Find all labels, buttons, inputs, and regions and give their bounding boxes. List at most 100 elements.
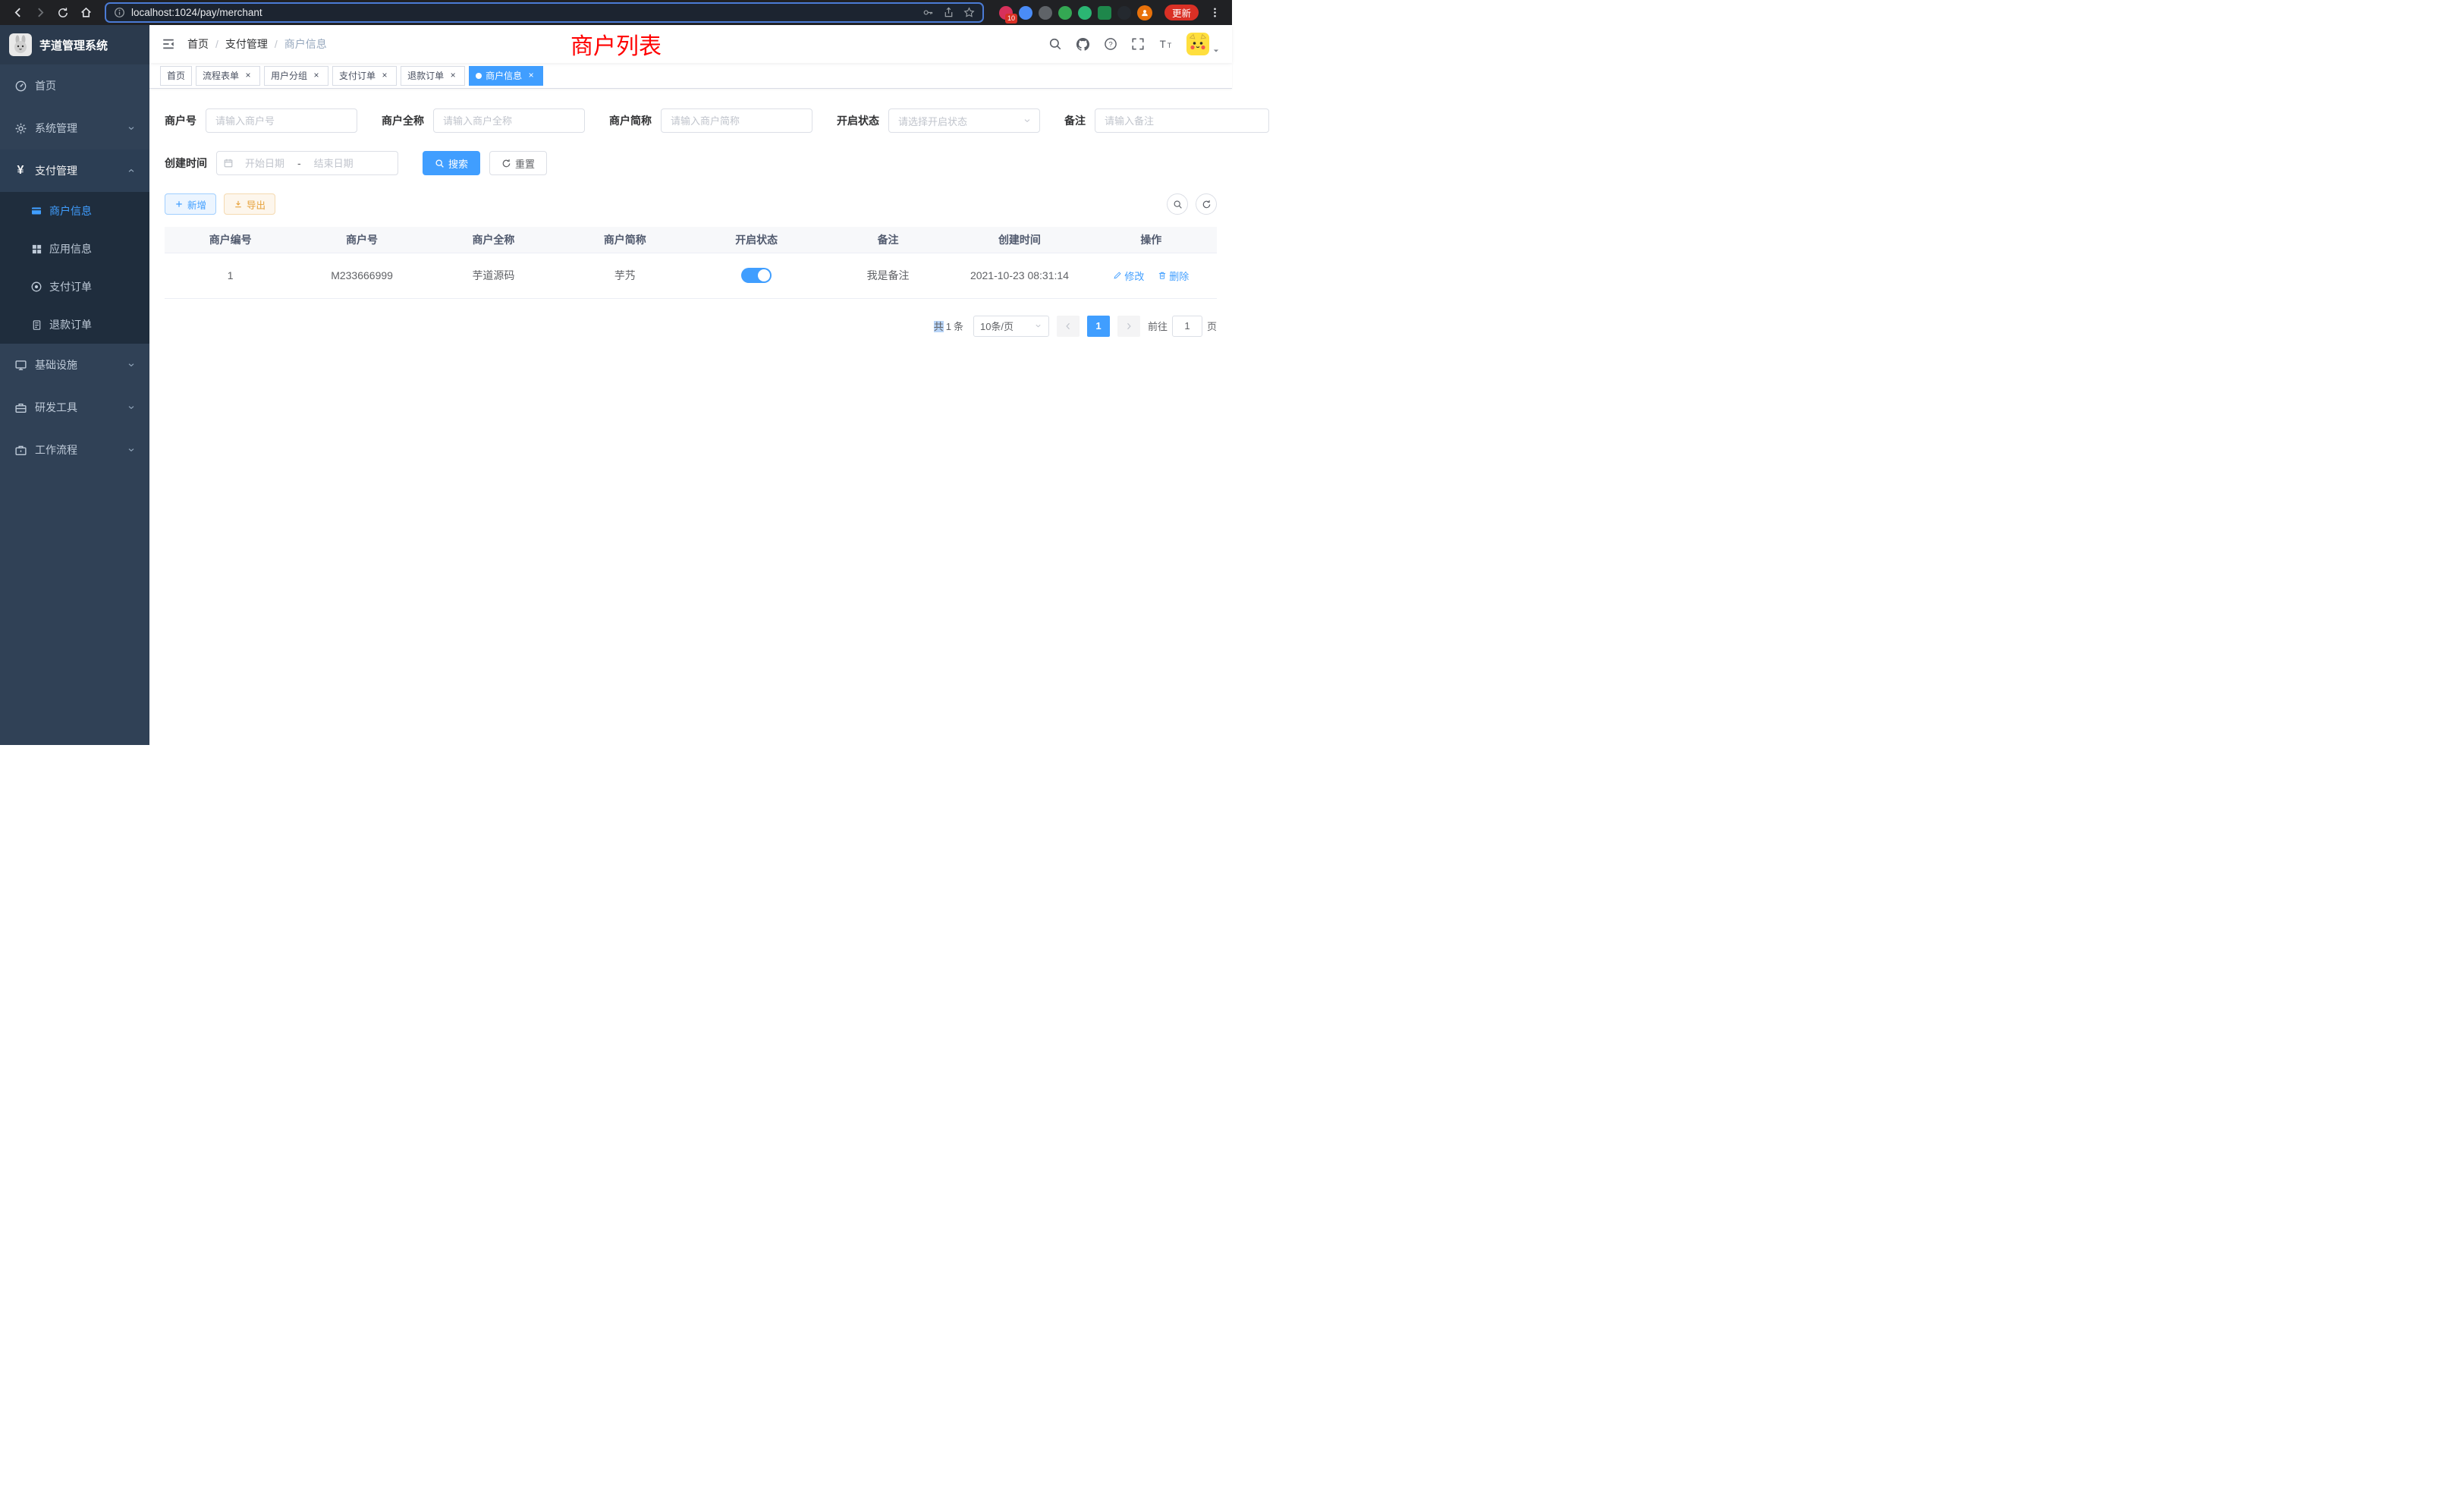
col-header-merchant-id: 商户编号	[165, 227, 296, 253]
prev-page-button[interactable]	[1057, 316, 1080, 337]
reload-button[interactable]	[53, 3, 73, 23]
home-button[interactable]	[76, 3, 96, 23]
extension-icon[interactable]	[1078, 6, 1092, 20]
full-name-input[interactable]	[433, 108, 585, 133]
sidebar-item-system[interactable]: 系统管理	[0, 107, 149, 149]
extension-icon[interactable]	[1117, 6, 1131, 20]
status-select[interactable]: 请选择开启状态	[888, 108, 1040, 133]
password-key-icon[interactable]	[922, 7, 934, 18]
menu-label: 基础设施	[35, 357, 127, 372]
browser-menu-icon[interactable]	[1205, 3, 1224, 23]
sidebar-subitem-merchant-info[interactable]: 商户信息	[0, 192, 149, 230]
close-icon[interactable]: ×	[379, 71, 390, 81]
sidebar-item-devtools[interactable]: 研发工具	[0, 386, 149, 429]
breadcrumb-home[interactable]: 首页	[187, 36, 209, 52]
help-icon[interactable]: ?	[1104, 37, 1117, 51]
sidebar-subitem-pay-order[interactable]: 支付订单	[0, 268, 149, 306]
short-name-input[interactable]	[661, 108, 812, 133]
sidebar-toggle-icon[interactable]	[162, 37, 175, 51]
search-button[interactable]: 搜索	[423, 151, 480, 175]
close-icon[interactable]: ×	[526, 71, 536, 81]
breadcrumb-separator: /	[215, 38, 218, 50]
user-avatar[interactable]	[1186, 33, 1220, 55]
share-icon[interactable]	[943, 7, 954, 18]
sidebar-item-payment[interactable]: ¥ 支付管理	[0, 149, 149, 192]
breadcrumb-separator: /	[275, 38, 278, 50]
date-range-picker[interactable]: -	[216, 151, 398, 175]
breadcrumb-payment[interactable]: 支付管理	[225, 36, 268, 52]
page-1-button[interactable]: 1	[1087, 316, 1110, 337]
sidebar-item-workflow[interactable]: 工作流程	[0, 429, 149, 471]
cell-create-time: 2021-10-23 08:31:14	[954, 253, 1085, 298]
extension-icon[interactable]	[1039, 6, 1052, 20]
field-label: 创建时间	[165, 156, 207, 171]
browser-profile-avatar[interactable]	[1137, 5, 1152, 20]
extension-icon[interactable]	[1098, 6, 1111, 20]
sidebar-subitem-app-info[interactable]: 应用信息	[0, 230, 149, 268]
page-content: 商户号 商户全称 商户简称 开启状态 请选择开启状态 备注	[149, 89, 1232, 337]
toolbox-icon	[14, 401, 27, 414]
svg-text:T: T	[1168, 42, 1172, 49]
url-bar[interactable]: localhost:1024/pay/merchant	[105, 2, 984, 23]
github-icon[interactable]	[1076, 37, 1090, 52]
sidebar-subitem-refund-order[interactable]: 退款订单	[0, 306, 149, 344]
font-size-icon[interactable]: TT	[1158, 37, 1173, 51]
active-tab-dot	[476, 73, 482, 79]
merchant-no-input[interactable]	[206, 108, 357, 133]
goto-label: 前往	[1148, 319, 1168, 333]
tab-home[interactable]: 首页	[160, 66, 192, 86]
next-page-button[interactable]	[1117, 316, 1140, 337]
tab-pay-order[interactable]: 支付订单×	[332, 66, 397, 86]
cell-status	[691, 253, 822, 298]
page-size-select[interactable]: 10条/页	[973, 316, 1049, 337]
chevron-down-icon	[127, 445, 136, 454]
menu-label: 应用信息	[49, 241, 92, 256]
total-suffix: 条	[954, 321, 963, 332]
browser-update-button[interactable]: 更新	[1164, 5, 1199, 20]
button-label: 新增	[187, 197, 206, 212]
delete-button[interactable]: 删除	[1158, 269, 1189, 283]
forward-button[interactable]	[30, 3, 50, 23]
sidebar-item-infrastructure[interactable]: 基础设施	[0, 344, 149, 386]
target-icon	[30, 281, 42, 293]
menu-label: 系统管理	[35, 121, 127, 136]
tab-process-form[interactable]: 流程表单×	[196, 66, 260, 86]
total-prefix: 共	[934, 321, 944, 332]
payment-submenu: 商户信息 应用信息 支付订单 退款订单	[0, 192, 149, 344]
goto-page-input[interactable]	[1172, 316, 1202, 337]
close-icon[interactable]: ×	[311, 71, 322, 81]
tab-label: 用户分组	[271, 69, 307, 82]
app-logo[interactable]: 芋道管理系统	[0, 25, 149, 64]
avatar-image	[1186, 33, 1209, 55]
refresh-icon[interactable]	[1196, 193, 1217, 215]
end-date-input[interactable]	[306, 158, 362, 169]
chevron-down-icon	[1023, 116, 1032, 125]
table-row: 1 M233666999 芋道源码 芋艿 我是备注 2021-10-23 08:…	[165, 253, 1217, 298]
extension-icon[interactable]	[1019, 6, 1032, 20]
menu-label: 支付管理	[35, 163, 127, 178]
date-range-separator: -	[296, 157, 303, 169]
edit-button[interactable]: 修改	[1113, 269, 1144, 283]
close-icon[interactable]: ×	[243, 71, 253, 81]
close-icon[interactable]: ×	[448, 71, 458, 81]
fullscreen-icon[interactable]	[1131, 37, 1145, 51]
search-icon[interactable]	[1048, 37, 1062, 51]
tab-user-group[interactable]: 用户分组 ×	[264, 66, 328, 86]
status-toggle[interactable]	[741, 268, 772, 283]
extension-icon[interactable]: 10	[999, 6, 1013, 20]
export-button[interactable]: 导出	[224, 193, 275, 215]
extension-icon[interactable]	[1058, 6, 1072, 20]
sidebar-item-home[interactable]: 首页	[0, 64, 149, 107]
tab-merchant-info[interactable]: 商户信息×	[469, 66, 543, 86]
back-button[interactable]	[8, 3, 27, 23]
filter-short-name: 商户简称	[609, 108, 812, 133]
reset-button[interactable]: 重置	[489, 151, 547, 175]
bookmark-star-icon[interactable]	[963, 7, 975, 18]
col-header-remark: 备注	[822, 227, 954, 253]
start-date-input[interactable]	[237, 158, 293, 169]
site-info-icon[interactable]	[114, 7, 125, 18]
tab-refund-order[interactable]: 退款订单×	[401, 66, 465, 86]
remark-input[interactable]	[1095, 108, 1269, 133]
add-button[interactable]: 新增	[165, 193, 216, 215]
hide-search-icon[interactable]	[1167, 193, 1188, 215]
